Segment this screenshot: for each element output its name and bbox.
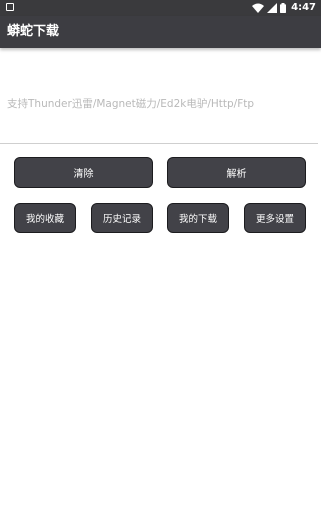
status-bar: 4:47 [0,0,321,16]
download-link-input[interactable] [0,64,318,144]
wifi-icon [252,3,265,13]
clear-button[interactable]: 清除 [14,157,153,188]
app-bar: 蟒蛇下载 [0,16,321,48]
app-screen: 4:47 蟒蛇下载 清除 解析 我的收藏 历史记录 我的下载 更多设置 [0,0,321,521]
parse-button[interactable]: 解析 [167,157,306,188]
battery-icon [280,3,287,13]
history-button[interactable]: 历史记录 [91,203,153,233]
more-settings-button[interactable]: 更多设置 [244,203,306,233]
signal-icon [267,3,278,13]
my-favorites-button[interactable]: 我的收藏 [14,203,76,233]
my-downloads-button[interactable]: 我的下载 [167,203,229,233]
status-time: 4:47 [291,2,316,13]
notification-square-icon [6,3,14,11]
status-icons: 4:47 [252,1,316,15]
app-title: 蟒蛇下载 [7,24,60,39]
